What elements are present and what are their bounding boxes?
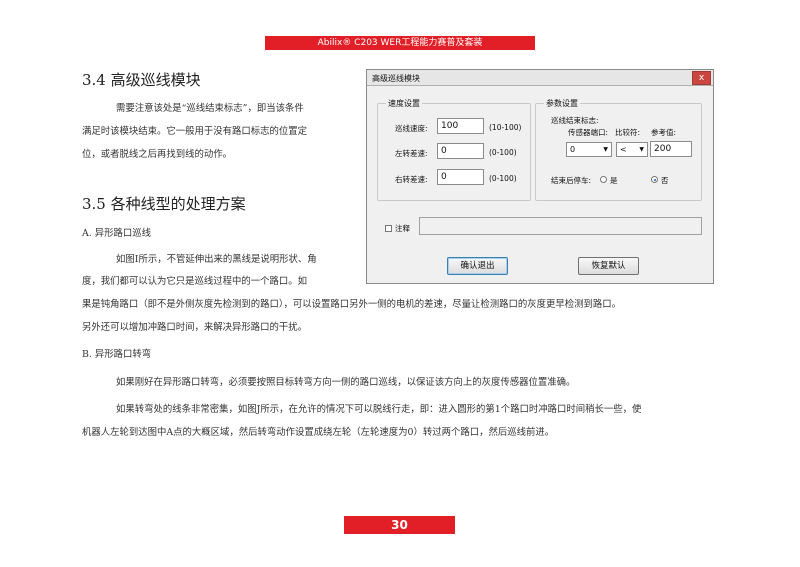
confirm-exit-button[interactable]: 确认退出 <box>447 257 508 275</box>
paragraph-line: 位，或者脱线之后再找到线的动作。 <box>82 149 233 160</box>
reference-value-input[interactable]: 200 <box>650 141 692 157</box>
subsection-a-title: A. 异形路口巡线 <box>82 228 151 239</box>
restore-default-button[interactable]: 恢复默认 <box>578 257 639 275</box>
line-speed-range: (10-100) <box>489 123 522 132</box>
paragraph-line: 如果转弯处的线条非常密集，如图J所示，在允许的情况下可以脱线行走，即：进入圆形的… <box>116 404 642 415</box>
paragraph-line: 如果刚好在异形路口转弯，必须要按照目标转弯方向一侧的路口巡线，以保证该方向上的灰… <box>116 377 576 388</box>
section-3-5-title: 3.5 各种线型的处理方案 <box>82 195 246 213</box>
dialog-title-bar: 高级巡线模块 x <box>367 70 713 86</box>
comment-input[interactable] <box>419 217 702 235</box>
sensor-port-select[interactable]: 0 ▼ <box>566 142 612 157</box>
left-turn-diff-range: (0-100) <box>489 148 517 157</box>
close-icon[interactable]: x <box>692 71 711 85</box>
paragraph-line: 度，我们都可以认为它只是巡线过程中的一个路口。如 <box>82 276 308 287</box>
sensor-port-label: 传感器端口: <box>568 128 609 137</box>
comment-checkbox[interactable] <box>385 225 392 232</box>
left-turn-diff-input[interactable]: 0 <box>437 143 484 159</box>
stop-no-label: 否 <box>661 176 669 185</box>
comment-label: 注释 <box>395 224 410 233</box>
paragraph-line: 果是钝角路口（即不是外侧灰度先检测到的路口），可以设置路口另外一侧的电机的差速，… <box>82 299 622 310</box>
param-settings-title: 参数设置 <box>544 98 580 109</box>
reference-value-label: 参考值: <box>651 128 677 137</box>
stop-no-radio[interactable] <box>651 176 658 183</box>
stop-yes-radio[interactable] <box>600 176 607 183</box>
page-number: 30 <box>344 516 455 534</box>
section-3-4-title: 3.4 高级巡线模块 <box>82 71 201 89</box>
right-turn-diff-label: 右转差速: <box>395 175 428 184</box>
dialog-title: 高级巡线模块 <box>372 74 420 83</box>
sensor-port-value: 0 <box>570 145 576 154</box>
line-speed-input[interactable]: 100 <box>437 118 484 134</box>
chevron-down-icon: ▼ <box>639 146 644 153</box>
right-turn-diff-range: (0-100) <box>489 174 517 183</box>
line-speed-label: 巡线速度: <box>395 124 428 133</box>
compare-select[interactable]: < ▼ <box>616 142 648 157</box>
header-banner: Abilix® C203 WER工程能力赛普及套装 <box>265 36 535 50</box>
paragraph-line: 机器人左轮到达图中A点的大概区域，然后转弯动作设置成绕左轮（左轮速度为0）转过两… <box>82 427 555 438</box>
stop-after-end-label: 结束后停车: <box>551 176 592 185</box>
paragraph-line: 满足时该模块结束。它一般用于没有路口标志的位置定 <box>82 126 308 137</box>
right-turn-diff-input[interactable]: 0 <box>437 169 484 185</box>
subsection-b-title: B. 异形路口转弯 <box>82 349 152 360</box>
chevron-down-icon: ▼ <box>603 146 608 153</box>
speed-settings-title: 速度设置 <box>386 98 422 109</box>
paragraph-line: 另外还可以增加冲路口时间，来解决异形路口的干扰。 <box>82 322 308 333</box>
stop-yes-label: 是 <box>610 176 618 185</box>
compare-label: 比较符: <box>615 128 641 137</box>
paragraph-line: 需要注意该处是“巡线结束标志”，即当该条件 <box>116 103 304 114</box>
compare-value: < <box>620 145 627 154</box>
end-flag-label: 巡线结束标志: <box>551 116 599 125</box>
paragraph-line: 如图I所示，不管延伸出来的黑线是说明形状、角 <box>116 254 317 265</box>
left-turn-diff-label: 左转差速: <box>395 149 428 158</box>
advanced-line-follow-dialog: 高级巡线模块 x 速度设置 巡线速度: 100 (10-100) 左转差速: 0… <box>366 69 714 284</box>
